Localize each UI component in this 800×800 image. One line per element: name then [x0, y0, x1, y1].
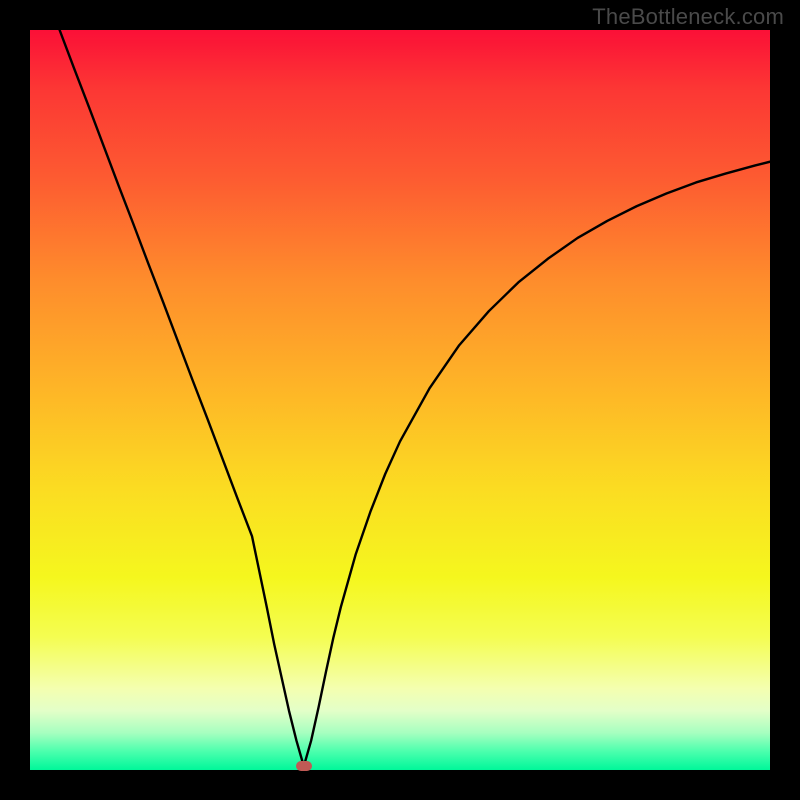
chart-frame: TheBottleneck.com [0, 0, 800, 800]
plot-area [30, 30, 770, 770]
bottleneck-curve [60, 30, 770, 766]
curve-layer [30, 30, 770, 770]
minimum-marker [296, 761, 312, 771]
watermark-text: TheBottleneck.com [592, 4, 784, 30]
